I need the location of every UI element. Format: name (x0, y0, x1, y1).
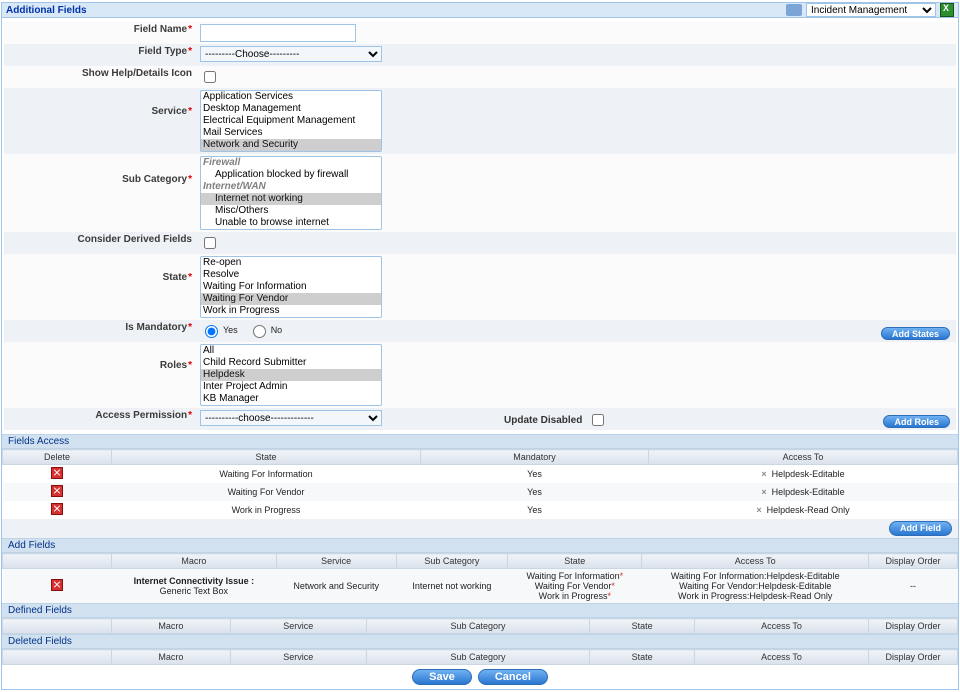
row-consider-derived: Consider Derived Fields (4, 232, 956, 254)
roles-list[interactable]: AllChild Record SubmitterHelpdeskInter P… (200, 344, 382, 406)
show-help-label: Show Help/Details Icon (10, 68, 200, 79)
mandatory-label: Is Mandatory (10, 322, 200, 333)
col-access: Access To (642, 554, 869, 569)
row-subcategory: Sub Category FirewallApplication blocked… (4, 154, 956, 232)
remove-access-icon[interactable]: × (761, 469, 766, 479)
field-name-label: Field Name (10, 24, 200, 35)
table-row: Waiting For VendorYes× Helpdesk-Editable (3, 483, 958, 501)
cell-order: -- (869, 569, 958, 604)
print-icon[interactable] (786, 4, 802, 16)
service-list[interactable]: Application ServicesDesktop ManagementEl… (200, 90, 382, 152)
row-show-help: Show Help/Details Icon (4, 66, 956, 88)
col-subcat: Sub Category (366, 650, 589, 665)
deleted-fields-header: Deleted Fields (2, 634, 958, 649)
table-row: Waiting For InformationYes× Helpdesk-Edi… (3, 465, 958, 484)
save-button[interactable]: Save (412, 669, 472, 685)
col-macro: Macro (112, 650, 231, 665)
delete-icon[interactable] (51, 579, 63, 591)
col-mandatory: Mandatory (421, 450, 649, 465)
update-disabled-checkbox[interactable] (592, 414, 604, 426)
add-states-button[interactable]: Add States (881, 327, 950, 340)
footer-actions: Save Cancel (2, 665, 958, 689)
additional-fields-form: Field Name Field Type ---------Choose---… (2, 18, 958, 434)
state-label: State (10, 256, 200, 283)
cell-service: Network and Security (276, 569, 396, 604)
col-order: Display Order (869, 650, 958, 665)
subcategory-label: Sub Category (10, 156, 200, 185)
macro-title: Internet Connectivity Issue : (134, 576, 255, 586)
col-state: State (590, 650, 695, 665)
row-roles: Roles AllChild Record SubmitterHelpdeskI… (4, 342, 956, 408)
field-type-label: Field Type (10, 46, 200, 57)
add-field-button[interactable]: Add Field (889, 521, 952, 536)
mandatory-no-radio[interactable] (253, 325, 266, 338)
field-name-input[interactable] (200, 24, 356, 42)
col-access: Access To (649, 450, 958, 465)
col-state: State (112, 450, 421, 465)
row-access-permission: Access Permission ----------choose------… (4, 408, 956, 430)
row-mandatory: Is Mandatory Yes No Add States (4, 320, 956, 342)
titlebar: Additional Fields Incident Management (2, 3, 958, 18)
update-disabled-label: Update Disabled (504, 415, 582, 426)
col-delete: Delete (3, 450, 112, 465)
remove-access-icon[interactable]: × (761, 487, 766, 497)
mandatory-yes-label: Yes (223, 325, 238, 335)
row-field-name: Field Name (4, 22, 956, 44)
module-select[interactable]: Incident Management (806, 3, 936, 17)
state-list[interactable]: Re-openResolveWaiting For InformationWai… (200, 256, 382, 318)
show-help-checkbox[interactable] (204, 71, 216, 83)
roles-label: Roles (10, 344, 200, 371)
consider-derived-label: Consider Derived Fields (10, 234, 200, 245)
access-permission-label: Access Permission (10, 410, 200, 421)
fields-access-header: Fields Access (2, 434, 958, 449)
col-macro: Macro (112, 554, 277, 569)
fields-access-table: Delete State Mandatory Access To Waiting… (2, 449, 958, 519)
col-macro: Macro (112, 619, 231, 634)
remove-access-icon[interactable]: × (756, 505, 761, 515)
access-permission-select[interactable]: ----------choose------------- (200, 410, 382, 426)
row-state: State Re-openResolveWaiting For Informat… (4, 254, 956, 320)
defined-fields-table: Macro Service Sub Category State Access … (2, 618, 958, 634)
col-order: Display Order (869, 619, 958, 634)
mandatory-no-label: No (271, 325, 283, 335)
macro-sub: Generic Text Box (160, 586, 228, 596)
col-state: State (508, 554, 642, 569)
field-type-select[interactable]: ---------Choose--------- (200, 46, 382, 62)
deleted-fields-table: Macro Service Sub Category State Access … (2, 649, 958, 665)
col-service: Service (276, 554, 396, 569)
mandatory-yes-radio[interactable] (205, 325, 218, 338)
add-fields-table: Macro Service Sub Category State Access … (2, 553, 958, 603)
excel-export-icon[interactable] (940, 3, 954, 17)
subcategory-list[interactable]: FirewallApplication blocked by firewallI… (200, 156, 382, 230)
table-row: Internet Connectivity Issue : Generic Te… (3, 569, 958, 604)
delete-icon[interactable] (51, 467, 63, 479)
cell-access: Waiting For Information:Helpdesk-Editabl… (642, 569, 869, 604)
col-access: Access To (695, 650, 869, 665)
consider-derived-checkbox[interactable] (204, 237, 216, 249)
row-service: Service Application ServicesDesktop Mana… (4, 88, 956, 154)
col-state: State (590, 619, 695, 634)
cell-state: Waiting For Information*Waiting For Vend… (508, 569, 642, 604)
page-title: Additional Fields (6, 5, 87, 16)
cell-subcat: Internet not working (396, 569, 508, 604)
cancel-button[interactable]: Cancel (478, 669, 548, 685)
col-access: Access To (695, 619, 869, 634)
col-subcat: Sub Category (396, 554, 508, 569)
add-fields-header: Add Fields (2, 538, 958, 553)
service-label: Service (10, 90, 200, 117)
col-subcat: Sub Category (366, 619, 589, 634)
defined-fields-header: Defined Fields (2, 603, 958, 618)
col-service: Service (230, 650, 366, 665)
delete-icon[interactable] (51, 485, 63, 497)
row-field-type: Field Type ---------Choose--------- (4, 44, 956, 66)
delete-icon[interactable] (51, 503, 63, 515)
add-roles-button[interactable]: Add Roles (883, 415, 950, 428)
table-row: Work in ProgressYes× Helpdesk-Read Only (3, 501, 958, 519)
col-service: Service (230, 619, 366, 634)
col-order: Display Order (869, 554, 958, 569)
